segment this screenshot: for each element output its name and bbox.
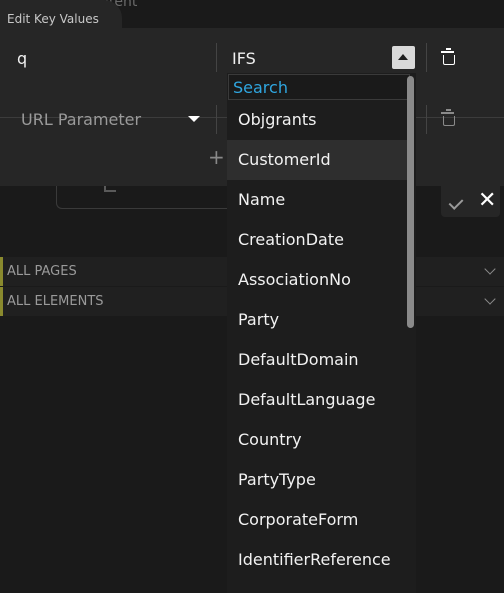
value-dropdown: Objgrants CustomerId Name CreationDate A… xyxy=(227,73,416,593)
search-input[interactable] xyxy=(229,75,409,99)
column-divider xyxy=(216,105,217,134)
caret-up-icon[interactable] xyxy=(392,46,415,69)
key-input[interactable]: q xyxy=(17,49,27,68)
panel-tab: Edit Key Values xyxy=(0,0,122,40)
chevron-down-icon xyxy=(484,263,496,275)
trash-icon[interactable] xyxy=(441,109,455,126)
search-box xyxy=(228,74,410,100)
trash-icon[interactable] xyxy=(441,48,455,65)
value-select[interactable]: IFS xyxy=(232,49,256,68)
dropdown-option[interactable]: Country xyxy=(227,420,407,460)
dropdown-option-selected[interactable]: CustomerId xyxy=(227,140,407,180)
close-icon[interactable]: ✕ xyxy=(478,190,496,212)
caret-down-icon[interactable] xyxy=(188,116,200,122)
dropdown-option[interactable]: Name xyxy=(227,180,407,220)
parameter-type-select[interactable]: URL Parameter xyxy=(21,110,141,129)
dropdown-option[interactable]: CreationDate xyxy=(227,220,407,260)
dropdown-option[interactable]: Party xyxy=(227,300,407,340)
column-divider xyxy=(426,105,427,134)
accordion-accent-bar xyxy=(0,287,3,316)
dropdown-option[interactable]: DefaultLanguage xyxy=(227,380,407,420)
accordion-accent-bar xyxy=(0,257,3,286)
dropdown-option[interactable]: DefaultDomain xyxy=(227,340,407,380)
dropdown-option[interactable]: CorporateForm xyxy=(227,500,407,540)
plus-icon[interactable]: + xyxy=(208,147,225,167)
column-divider xyxy=(216,43,217,72)
scrollbar-thumb[interactable] xyxy=(407,76,414,328)
dropdown-option[interactable]: PartyType xyxy=(227,460,407,500)
chevron-down-icon xyxy=(484,293,496,305)
panel-title: Edit Key Values xyxy=(7,12,99,26)
accordion-label: ALL PAGES xyxy=(7,264,77,279)
dropdown-option[interactable]: AssociationNo xyxy=(227,260,407,300)
column-divider xyxy=(426,43,427,72)
dropdown-option[interactable]: Objgrants xyxy=(227,100,407,140)
dropdown-option[interactable]: IdentifierReference xyxy=(227,540,407,580)
accordion-label: ALL ELEMENTS xyxy=(7,294,104,309)
